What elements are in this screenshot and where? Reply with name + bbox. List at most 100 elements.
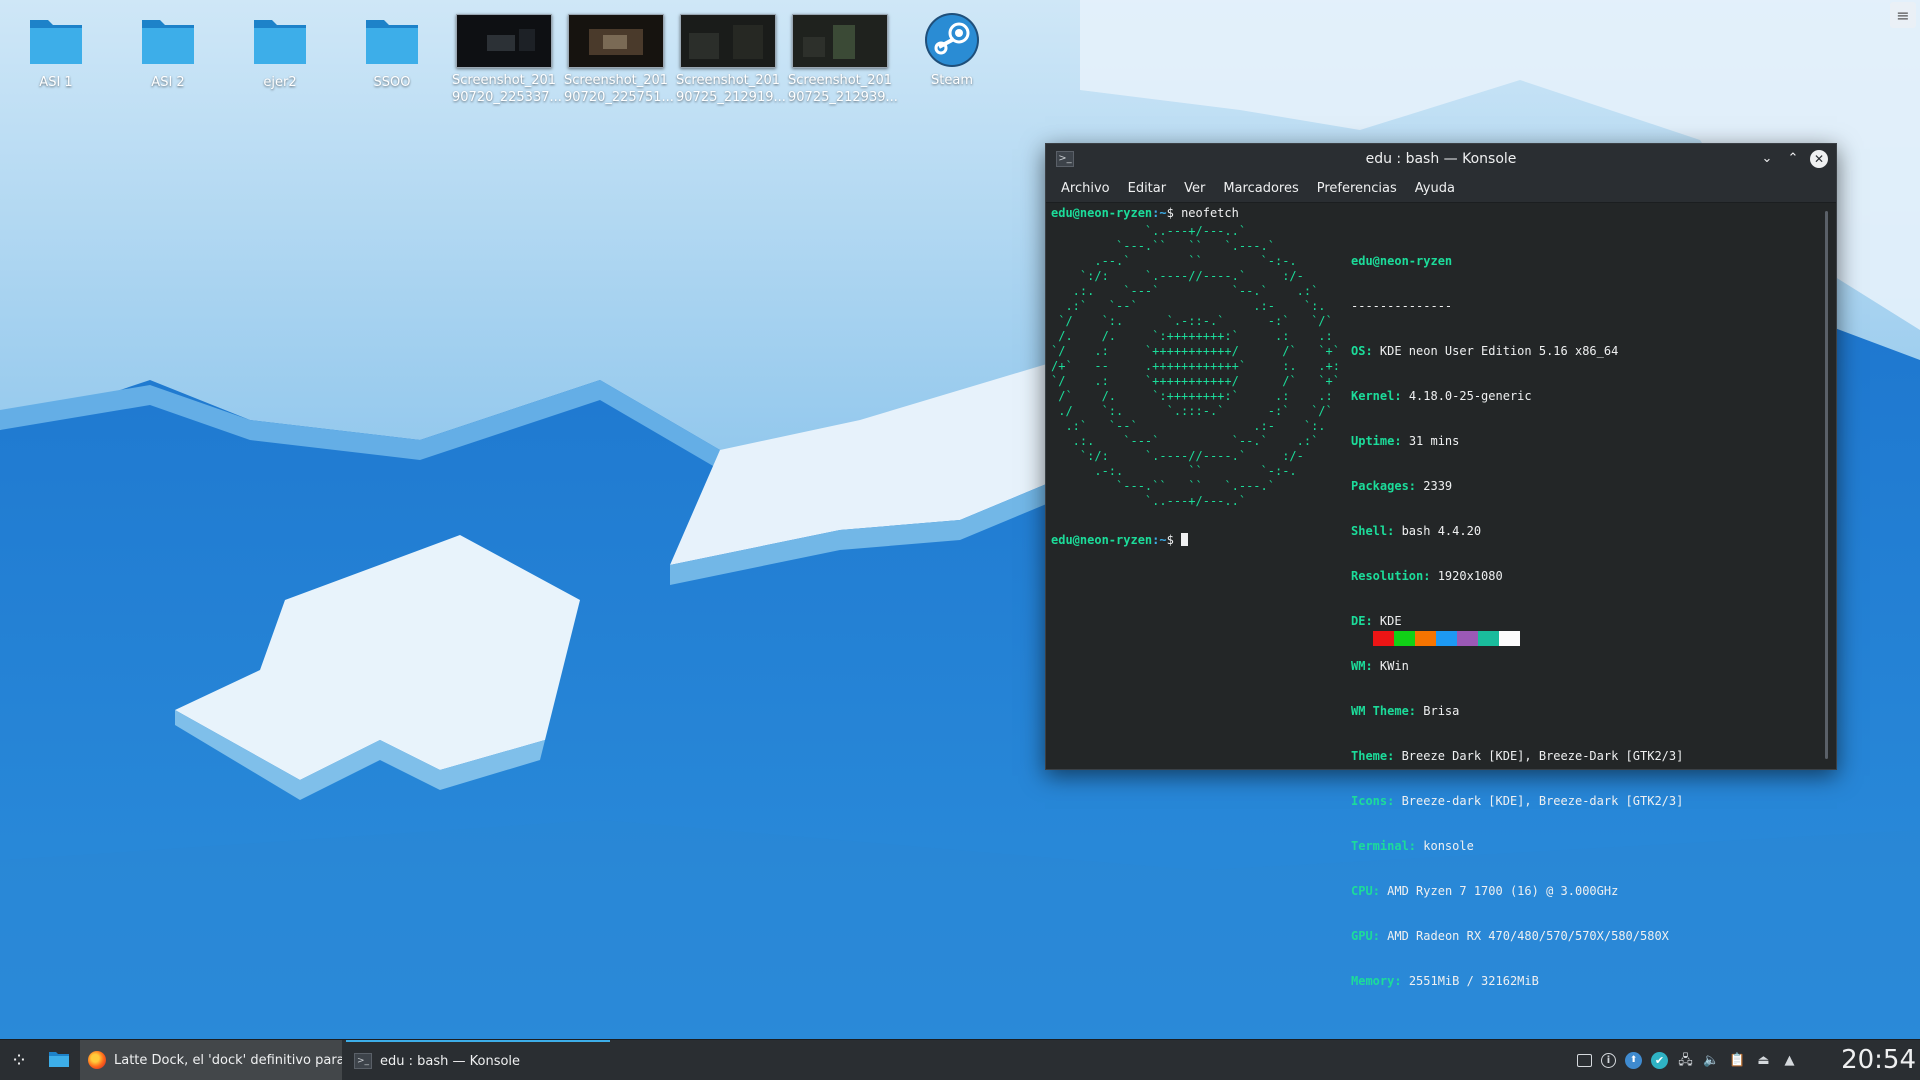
file-manager-icon[interactable] [48, 1050, 70, 1068]
task-label: edu : bash — Konsole [380, 1053, 521, 1069]
desktop-icon-screenshot-1[interactable]: Screenshot_201 90720_225337... [450, 8, 562, 106]
desktop-toolbox-button[interactable]: ≡ [1890, 2, 1916, 28]
hamburger-icon: ≡ [1896, 5, 1910, 25]
desktop-icon-screenshot-2[interactable]: Screenshot_201 90720_225751... [562, 8, 674, 106]
text-cursor [1181, 533, 1189, 546]
color-swatch [1436, 631, 1457, 646]
menu-ver[interactable]: Ver [1175, 181, 1214, 196]
show-desktop-icon[interactable] [1577, 1053, 1592, 1067]
window-title: edu : bash — Konsole [1365, 151, 1517, 167]
prompt-symbol: $ [1166, 206, 1182, 220]
info-row: Kernel: 4.18.0-25-generic [1351, 389, 1532, 403]
prompt-path: :~ [1152, 206, 1167, 220]
system-tray: i ⬆ ✔ 🖧 🔈 📋 ⏏ ▲ [1577, 1040, 1798, 1080]
terminal-scrollbar[interactable] [1825, 211, 1828, 759]
info-row: WM: KWin [1351, 659, 1409, 673]
menu-ayuda[interactable]: Ayuda [1406, 181, 1464, 196]
info-row: Shell: bash 4.4.20 [1351, 524, 1482, 538]
window-titlebar[interactable]: >_ edu : bash — Konsole ⌄ ⌃ ✕ [1046, 144, 1836, 174]
expand-tray-icon[interactable]: ▲ [1781, 1052, 1798, 1069]
info-row: Packages: 2339 [1351, 479, 1453, 493]
desktop-icon-label: Screenshot_201 90720_225751... [564, 73, 674, 105]
task-firefox[interactable]: Latte Dock, el 'dock' definitivo para... [80, 1040, 342, 1080]
task-label: Latte Dock, el 'dock' definitivo para... [114, 1052, 342, 1068]
command-line: edu@neon-ryzen:~$ neofetch [1051, 206, 1239, 221]
network-icon[interactable]: 🖧 [1677, 1052, 1694, 1069]
desktop-icon-asi1[interactable]: ASI 1 [2, 8, 110, 91]
info-row: Theme: Breeze Dark [KDE], Breeze-Dark [G… [1351, 749, 1684, 763]
info-row: Uptime: 31 mins [1351, 434, 1460, 448]
info-row: Memory: 2551MiB / 32162MiB [1351, 974, 1539, 988]
konsole-icon[interactable]: >_ [1056, 151, 1074, 167]
image-thumbnail-icon [680, 14, 776, 68]
desktop-icon-label: Steam [931, 73, 973, 88]
volume-icon[interactable]: 🔈 [1703, 1052, 1720, 1069]
desktop-icon-label: ASI 2 [151, 75, 185, 90]
taskbar: ⁘ Latte Dock, el 'dock' definitivo para.… [0, 1039, 1920, 1080]
desktop-icon-steam[interactable]: Steam [898, 8, 1006, 89]
application-launcher-icon[interactable]: ⁘ [6, 1048, 32, 1072]
desktop-icon-ejer2[interactable]: ejer2 [226, 8, 334, 91]
info-row: WM Theme: Brisa [1351, 704, 1460, 718]
desktop-icon-label: SSOO [373, 75, 411, 90]
desktop-icon-label: ASI 1 [39, 75, 73, 90]
color-swatch [1457, 631, 1478, 646]
clipboard-icon[interactable]: 📋 [1729, 1052, 1746, 1069]
firefox-icon [88, 1051, 106, 1069]
color-swatch [1415, 631, 1436, 646]
close-button[interactable]: ✕ [1810, 150, 1828, 168]
prompt-symbol: $ [1166, 533, 1182, 547]
digital-clock[interactable]: 20:54 [1841, 1040, 1916, 1080]
desktop-icon-asi2[interactable]: ASI 2 [114, 8, 222, 91]
devices-icon[interactable]: ⏏ [1755, 1052, 1772, 1069]
info-separator: -------------- [1351, 299, 1453, 313]
maximize-button[interactable]: ⌃ [1784, 150, 1802, 168]
image-thumbnail-icon [568, 14, 664, 68]
folder-icon [142, 20, 194, 64]
neofetch-info: edu@neon-ryzen -------------- OS: KDE ne… [1351, 224, 1683, 1019]
desktop-icon-label: Screenshot_201 90725_212919... [676, 73, 786, 105]
desktop-icon-ssoo[interactable]: SSOO [338, 8, 446, 91]
desktop-icon-screenshot-3[interactable]: Screenshot_201 90725_212919... [674, 8, 786, 106]
menu-preferencias[interactable]: Preferencias [1308, 181, 1406, 196]
menubar: Archivo Editar Ver Marcadores Preferenci… [1046, 174, 1836, 203]
menu-marcadores[interactable]: Marcadores [1214, 181, 1307, 196]
info-host: edu@neon-ryzen [1351, 254, 1453, 268]
desktop-icon-screenshot-4[interactable]: Screenshot_201 90725_212939... [786, 8, 898, 106]
command-text: neofetch [1181, 206, 1239, 220]
color-swatch [1478, 631, 1499, 646]
info-row: OS: KDE neon User Edition 5.16 x86_64 [1351, 344, 1619, 358]
updates-icon[interactable]: ⬆ [1625, 1051, 1642, 1069]
color-swatch [1373, 631, 1394, 646]
terminal-area[interactable]: edu@neon-ryzen:~$ neofetch `..---+/---..… [1046, 203, 1836, 988]
info-row: Icons: Breeze-dark [KDE], Breeze-dark [G… [1351, 794, 1684, 808]
color-swatch [1499, 631, 1520, 646]
info-icon[interactable]: i [1601, 1052, 1616, 1068]
sync-icon[interactable]: ✔ [1651, 1051, 1668, 1069]
folder-icon [366, 20, 418, 64]
image-thumbnail-icon [456, 14, 552, 68]
folder-icon [254, 20, 306, 64]
desktop-icon-label: Screenshot_201 90720_225337... [452, 73, 562, 105]
info-row: Terminal: konsole [1351, 839, 1474, 853]
prompt-user: edu@neon-ryzen [1051, 206, 1153, 220]
color-swatch [1394, 631, 1415, 646]
info-row: Resolution: 1920x1080 [1351, 569, 1503, 583]
desktop-icon-label: ejer2 [263, 75, 297, 90]
info-row: GPU: AMD Radeon RX 470/480/570/570X/580/… [1351, 929, 1669, 943]
folder-icon [30, 20, 82, 64]
konsole-window[interactable]: >_ edu : bash — Konsole ⌄ ⌃ ✕ Archivo Ed… [1045, 143, 1837, 988]
neofetch-ascii-logo: `..---+/---..` `---.`` `` `.---.` .--.` … [1051, 224, 1340, 508]
color-palette [1373, 631, 1520, 646]
prompt-path: :~ [1152, 533, 1167, 547]
steam-icon [925, 13, 979, 67]
info-row: CPU: AMD Ryzen 7 1700 (16) @ 3.000GHz [1351, 884, 1619, 898]
active-prompt[interactable]: edu@neon-ryzen:~$ [1051, 533, 1189, 548]
info-row: DE: KDE [1351, 614, 1402, 628]
task-konsole[interactable]: >_ edu : bash — Konsole [346, 1040, 610, 1080]
minimize-button[interactable]: ⌄ [1758, 150, 1776, 168]
image-thumbnail-icon [792, 14, 888, 68]
prompt-user: edu@neon-ryzen [1051, 533, 1153, 547]
menu-editar[interactable]: Editar [1119, 181, 1176, 196]
menu-archivo[interactable]: Archivo [1052, 181, 1119, 196]
